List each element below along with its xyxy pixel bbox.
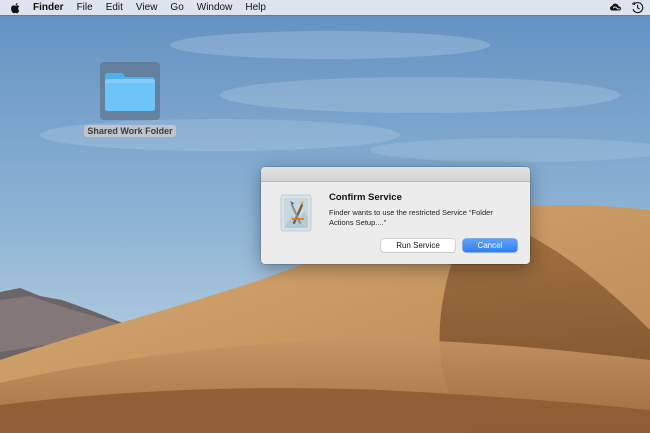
menu-app-finder[interactable]: Finder xyxy=(33,0,64,15)
folder-label[interactable]: Shared Work Folder xyxy=(84,125,176,137)
menu-window[interactable]: Window xyxy=(197,0,233,15)
menu-go[interactable]: Go xyxy=(170,0,183,15)
menu-bar-extras xyxy=(600,1,644,14)
dialog-title-bar[interactable] xyxy=(261,167,530,182)
confirm-service-dialog: Confirm Service Finder wants to use the … xyxy=(261,167,530,264)
desktop: Finder File Edit View Go Window Help Sha… xyxy=(0,0,650,433)
folder-icon[interactable] xyxy=(103,69,157,113)
run-service-button[interactable]: Run Service xyxy=(381,239,455,252)
desktop-folder-item[interactable]: Shared Work Folder xyxy=(84,62,176,137)
apple-logo-icon[interactable] xyxy=(11,2,21,14)
time-machine-icon[interactable] xyxy=(631,1,644,14)
folder-selection-highlight[interactable] xyxy=(100,62,160,120)
creative-cloud-icon[interactable] xyxy=(609,1,622,14)
automator-script-icon xyxy=(278,193,318,233)
menu-view[interactable]: View xyxy=(136,0,158,15)
menu-help[interactable]: Help xyxy=(245,0,266,15)
dialog-message: Finder wants to use the restricted Servi… xyxy=(329,208,493,227)
menu-edit[interactable]: Edit xyxy=(106,0,123,15)
cancel-button[interactable]: Cancel xyxy=(463,239,517,252)
dialog-title: Confirm Service xyxy=(329,192,402,203)
menu-file[interactable]: File xyxy=(77,0,93,15)
menu-bar: Finder File Edit View Go Window Help xyxy=(0,0,650,15)
